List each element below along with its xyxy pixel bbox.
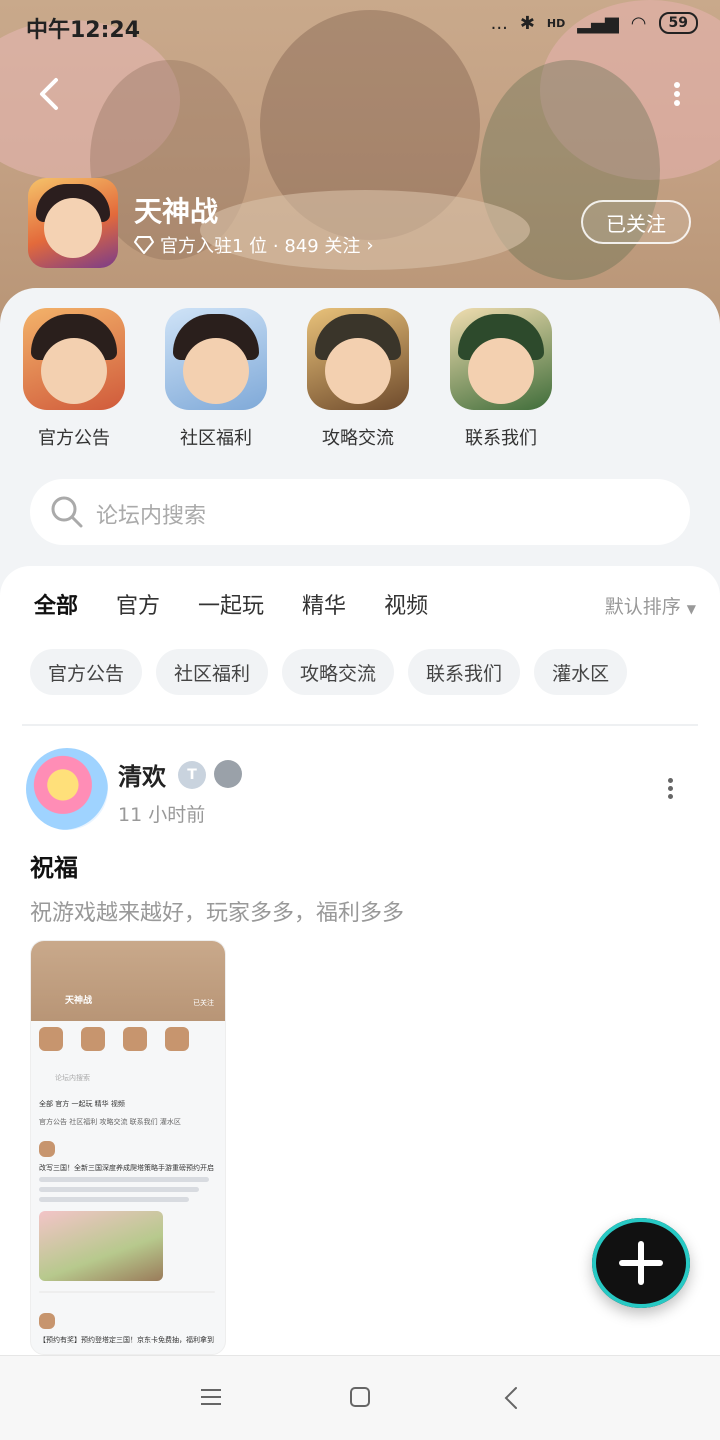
shortcut-contact[interactable]: 联系我们 [449, 308, 553, 450]
shortcut-guide[interactable]: 攻略交流 [306, 308, 410, 450]
create-post-button[interactable] [592, 1218, 690, 1308]
thumb-chips: 官方公告 社区福利 攻略交流 联系我们 灌水区 [39, 1118, 181, 1126]
more-options-button[interactable] [672, 82, 682, 108]
shortcut-grid: 官方公告 社区福利 攻略交流 联系我们 [0, 308, 720, 458]
thumb-post-title: 改写三国！全新三国深度养成爬塔策略手游重磅预约开启 [39, 1164, 214, 1172]
post-more-button[interactable] [666, 778, 676, 802]
more-dots-indicator: ... [490, 12, 508, 34]
system-nav-bar [0, 1355, 720, 1440]
status-bar: 中午12:24 ... ✱ HD ▂▄▆ ◠ 59 [0, 0, 720, 52]
bluetooth-icon: ✱ [519, 12, 535, 34]
shortcut-label: 社区福利 [180, 428, 252, 449]
hd-signal-icon: HD [546, 16, 566, 30]
status-time: 中午12:24 [26, 18, 141, 43]
tab-play-together[interactable]: 一起玩 [198, 588, 264, 620]
diamond-icon [134, 236, 154, 254]
shortcut-contact-icon [450, 308, 552, 410]
sort-label: 默认排序 [604, 596, 681, 618]
post-username[interactable]: 清欢 [118, 757, 166, 792]
shortcut-label: 官方公告 [38, 428, 110, 449]
shortcut-label: 攻略交流 [322, 428, 394, 449]
category-chips: 官方公告 社区福利 攻略交流 联系我们 灌水区 [30, 649, 628, 695]
shortcut-guide-icon [307, 308, 409, 410]
thumb-follow: 已关注 [193, 999, 214, 1007]
chip-contact[interactable]: 联系我们 [408, 649, 521, 695]
post-title[interactable]: 祝福 [30, 848, 78, 883]
back-nav-icon[interactable] [502, 1386, 520, 1410]
search-icon [51, 496, 83, 528]
shortcut-welfare[interactable]: 社区福利 [164, 308, 268, 450]
shortcut-label: 联系我们 [465, 428, 537, 449]
caret-down-icon: ▼ [686, 602, 696, 616]
game-avatar [28, 178, 118, 268]
tab-official[interactable]: 官方 [116, 588, 160, 620]
shortcut-announcement-icon [23, 308, 125, 410]
thumb-game-name: 天神战 [65, 996, 93, 1006]
search-input[interactable]: 论坛内搜索 [30, 479, 690, 545]
shortcut-announcement[interactable]: 官方公告 [22, 308, 126, 450]
sort-dropdown[interactable]: 默认排序 ▼ [605, 592, 696, 619]
game-name: 天神战 [134, 195, 219, 228]
plus-icon [619, 1241, 663, 1285]
avatar[interactable] [26, 748, 108, 830]
back-button[interactable] [30, 74, 70, 114]
user-medal-icon [214, 760, 242, 788]
game-meta-text: 官方入驻1 位 · 849 关注 [160, 236, 361, 257]
chevron-left-icon [40, 78, 58, 110]
chip-announcement[interactable]: 官方公告 [30, 649, 143, 695]
thumb-post2: 【预约有奖】预约登塔定三国！京东卡免费抽，福利拿到 [39, 1336, 214, 1344]
tab-video[interactable]: 视频 [384, 588, 428, 620]
chevron-right-icon: › [366, 234, 374, 256]
thumb-search: 论坛内搜索 [55, 1074, 90, 1082]
chip-welfare[interactable]: 社区福利 [156, 649, 269, 695]
shortcut-welfare-icon [165, 308, 267, 410]
follow-button[interactable]: 已关注 [581, 200, 691, 244]
post-time: 11 小时前 [118, 804, 206, 826]
post-body[interactable]: 祝游戏越来越好，玩家多多，福利多多 [30, 895, 404, 927]
post-image[interactable]: 天神战 已关注 论坛内搜索 全部 官方 一起玩 精华 视频 官方公告 社区福利 … [30, 940, 226, 1355]
user-badge-icon: T [178, 761, 206, 789]
chip-guide[interactable]: 攻略交流 [282, 649, 395, 695]
search-placeholder: 论坛内搜索 [96, 504, 207, 529]
feed-tabs: 全部 官方 一起玩 精华 视频 [34, 588, 428, 626]
menu-icon[interactable] [200, 1386, 222, 1408]
tab-all[interactable]: 全部 [34, 588, 79, 626]
battery-icon: 59 [658, 12, 698, 34]
game-meta-link[interactable]: 官方入驻1 位 · 849 关注 › [134, 232, 374, 258]
home-icon[interactable] [349, 1386, 371, 1408]
signal-icon: ▂▄▆ [577, 12, 619, 34]
wifi-icon: ◠ [630, 12, 647, 34]
thumb-tabs: 全部 官方 一起玩 精华 视频 [39, 1100, 125, 1108]
tab-featured[interactable]: 精华 [302, 588, 346, 620]
divider [22, 724, 698, 726]
chip-chat[interactable]: 灌水区 [534, 649, 628, 695]
